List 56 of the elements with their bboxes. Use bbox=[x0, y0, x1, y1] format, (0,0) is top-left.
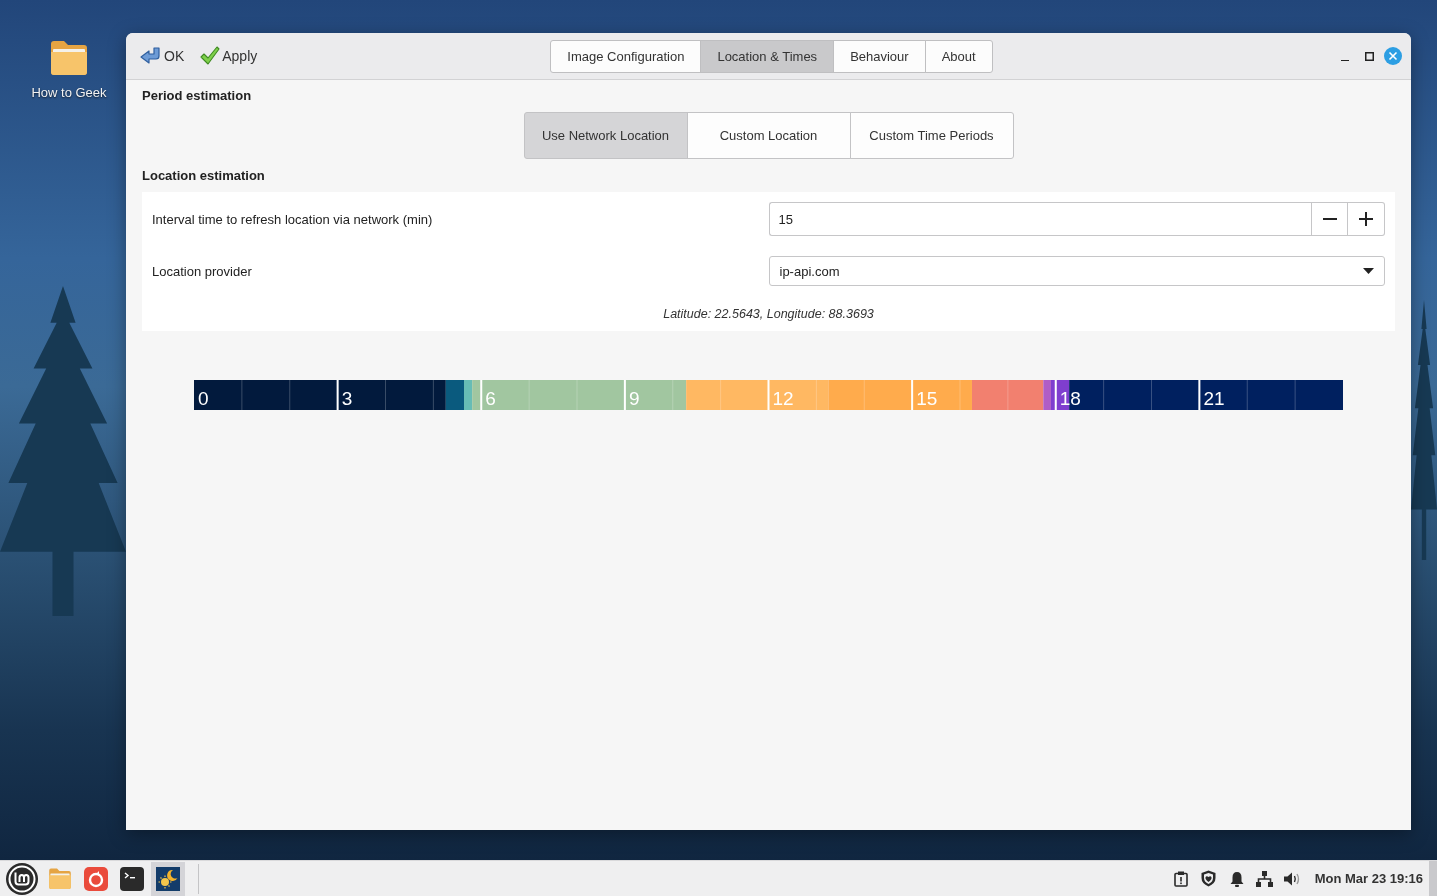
coordinates-text: Latitude: 22.5643, Longitude: 88.3693 bbox=[663, 306, 874, 322]
maximize-icon bbox=[1364, 51, 1374, 61]
decrement-button[interactable] bbox=[1311, 202, 1348, 236]
sun-moon-icon bbox=[156, 866, 180, 891]
section-title: Location estimation bbox=[142, 168, 266, 184]
hour-label: 21 bbox=[1203, 388, 1225, 409]
section-title: Period estimation bbox=[142, 88, 253, 104]
hour-tick bbox=[336, 380, 339, 410]
tab[interactable]: Behaviour bbox=[833, 39, 926, 73]
hour-label: 6 bbox=[485, 388, 496, 409]
hour-tick bbox=[767, 380, 770, 410]
tab[interactable]: Location & Times bbox=[700, 39, 835, 73]
tab[interactable]: About bbox=[924, 39, 993, 73]
network-icon bbox=[1256, 870, 1274, 887]
hour-label: 15 bbox=[916, 388, 938, 409]
hour-label: 18 bbox=[1059, 388, 1081, 409]
interval-input[interactable]: 15 bbox=[768, 202, 1311, 236]
desktop-shortcut[interactable]: How to Geek bbox=[24, 40, 114, 100]
volume-icon bbox=[1284, 871, 1302, 886]
hour-tick bbox=[1198, 380, 1201, 410]
field-label: Location provider bbox=[152, 263, 252, 279]
menu-logo-icon bbox=[6, 862, 38, 895]
tab[interactable]: Image Configuration bbox=[550, 39, 702, 73]
clock[interactable]: Mon Mar 23 19:16 bbox=[1306, 871, 1429, 886]
hour-tick bbox=[623, 380, 626, 410]
mode-toggle-button[interactable]: Custom Location bbox=[686, 112, 851, 159]
hour-tick bbox=[480, 380, 483, 410]
shield-icon bbox=[1201, 870, 1217, 887]
menu-button[interactable] bbox=[4, 861, 40, 896]
plus-icon bbox=[1359, 212, 1373, 226]
provider-dropdown[interactable]: ip-api.com bbox=[768, 256, 1385, 286]
folder-icon bbox=[49, 40, 89, 76]
hour-tick bbox=[1054, 380, 1057, 410]
clipboard-icon bbox=[1173, 870, 1188, 887]
hour-tick bbox=[911, 380, 914, 410]
close-icon bbox=[1384, 47, 1402, 65]
hour-label: 12 bbox=[772, 388, 794, 409]
bell-icon bbox=[1229, 870, 1244, 887]
increment-button[interactable] bbox=[1348, 202, 1385, 236]
minimize-icon bbox=[1341, 59, 1349, 61]
check-icon bbox=[200, 46, 221, 66]
hour-label: 3 bbox=[341, 388, 353, 409]
hour-label: 9 bbox=[628, 388, 640, 409]
folder-icon bbox=[48, 867, 72, 890]
minus-icon bbox=[1322, 218, 1337, 220]
hour-label: 0 bbox=[198, 388, 209, 409]
return-arrow-icon bbox=[140, 46, 162, 66]
taskbar-launcher[interactable] bbox=[151, 861, 185, 896]
mode-toggle-button[interactable]: Use Network Location bbox=[523, 112, 688, 159]
caret-icon bbox=[1363, 268, 1374, 274]
terminal-icon bbox=[120, 866, 144, 891]
apply-button[interactable]: Apply bbox=[200, 46, 258, 66]
mode-toggle-button[interactable]: Custom Time Periods bbox=[849, 112, 1014, 159]
browser-icon bbox=[84, 866, 108, 891]
field-label: Interval time to refresh location via network (min) bbox=[152, 211, 433, 227]
ok-button[interactable]: OK bbox=[140, 46, 185, 66]
